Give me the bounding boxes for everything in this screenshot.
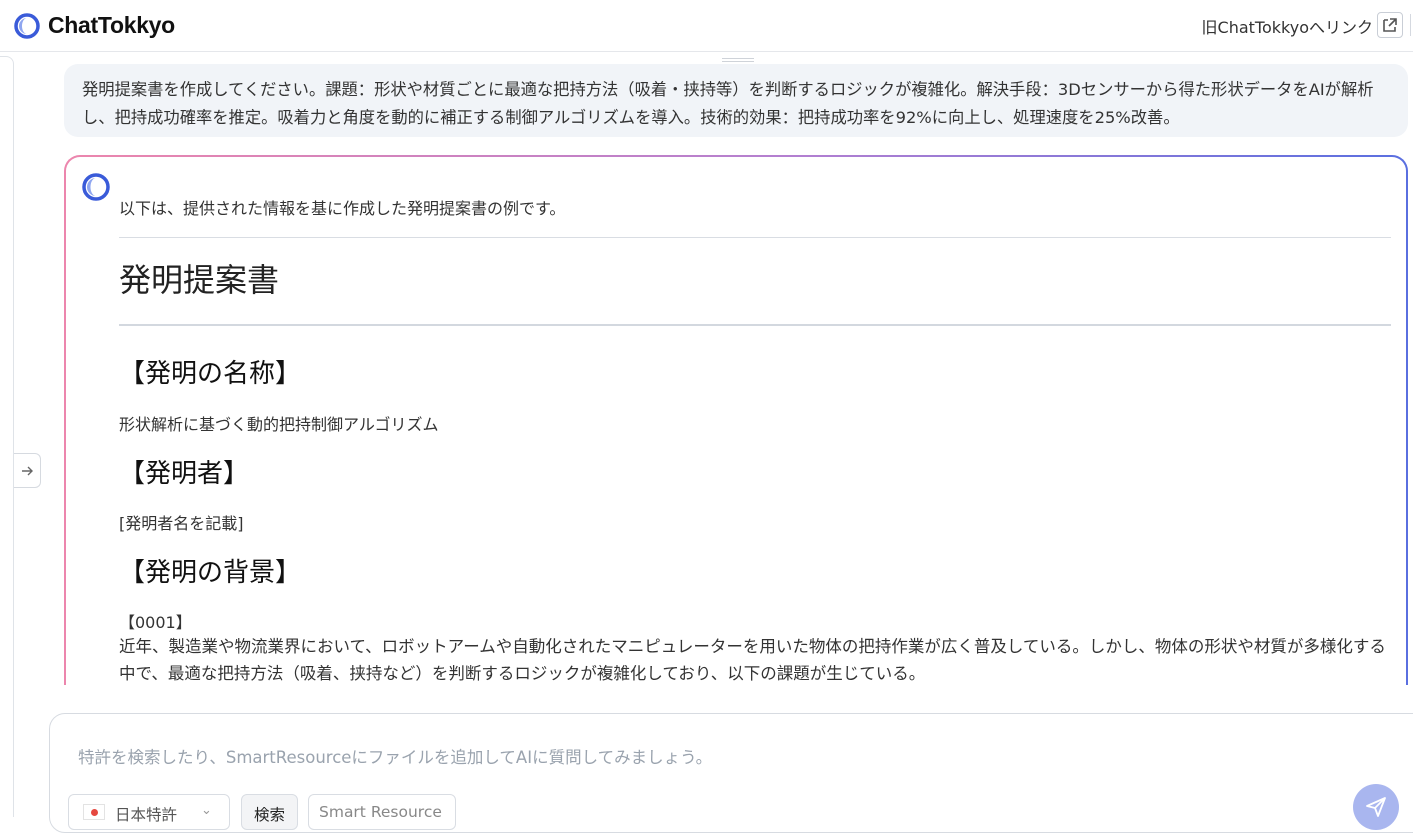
header-divider [1410, 14, 1411, 36]
answer-intro: 以下は、提供された情報を基に作成した発明提案書の例です。 [119, 199, 566, 218]
paragraph-number: 【0001】 [119, 613, 192, 632]
section-heading-inventor: 【発明者】 [119, 459, 250, 489]
smart-resource-button[interactable]: Smart Resource [308, 794, 456, 830]
divider [119, 324, 1391, 326]
assistant-avatar-icon [82, 173, 110, 201]
app-name: ChatTokkyo [48, 12, 175, 38]
app-logo[interactable]: ChatTokkyo [14, 12, 175, 39]
arrow-right-icon [22, 466, 33, 475]
user-message: 発明提案書を作成してください。課題：形状や材質ごとに最適な把持方法（吸着・挟持等… [64, 64, 1408, 137]
sidebar-collapsed [0, 56, 14, 817]
send-button[interactable] [1353, 784, 1399, 830]
search-toggle-button[interactable]: 検索 [241, 794, 298, 830]
chevron-down-icon: ⌄ [201, 803, 212, 818]
resize-handle[interactable] [722, 58, 754, 62]
patent-source-select[interactable]: 日本特許 ⌄ [68, 794, 230, 830]
patent-source-label: 日本特許 [115, 806, 178, 824]
user-message-text: 発明提案書を作成してください。課題：形状や材質ごとに最適な把持方法（吸着・挟持等… [82, 80, 1374, 127]
divider [119, 237, 1391, 238]
send-icon [1366, 797, 1386, 817]
app-header: ChatTokkyo 旧ChatTokkyoへリンク [0, 0, 1413, 52]
chattokkyo-logo-icon [14, 12, 40, 39]
background-paragraph: 近年、製造業や物流業界において、ロボットアームや自動化されたマニピュレーターを用… [119, 637, 1386, 683]
chat-input[interactable] [78, 748, 1278, 767]
section-body-inventor: [発明者名を記載] [119, 514, 244, 533]
section-heading-name: 【発明の名称】 [119, 359, 302, 389]
section-body-name: 形状解析に基づく動的把持制御アルゴリズム [119, 415, 439, 434]
sidebar-expand-button[interactable] [14, 453, 41, 488]
old-version-link[interactable]: 旧ChatTokkyoへリンク [1202, 14, 1373, 38]
section-heading-background: 【発明の背景】 [119, 558, 302, 588]
document-title: 発明提案書 [119, 261, 280, 299]
japan-flag-icon [83, 804, 105, 820]
message-composer: 日本特許 ⌄ 検索 Smart Resource [49, 713, 1413, 833]
assistant-answer-card: 以下は、提供された情報を基に作成した発明提案書の例です。 発明提案書 【発明の名… [64, 155, 1408, 715]
external-link-icon[interactable] [1377, 12, 1403, 38]
